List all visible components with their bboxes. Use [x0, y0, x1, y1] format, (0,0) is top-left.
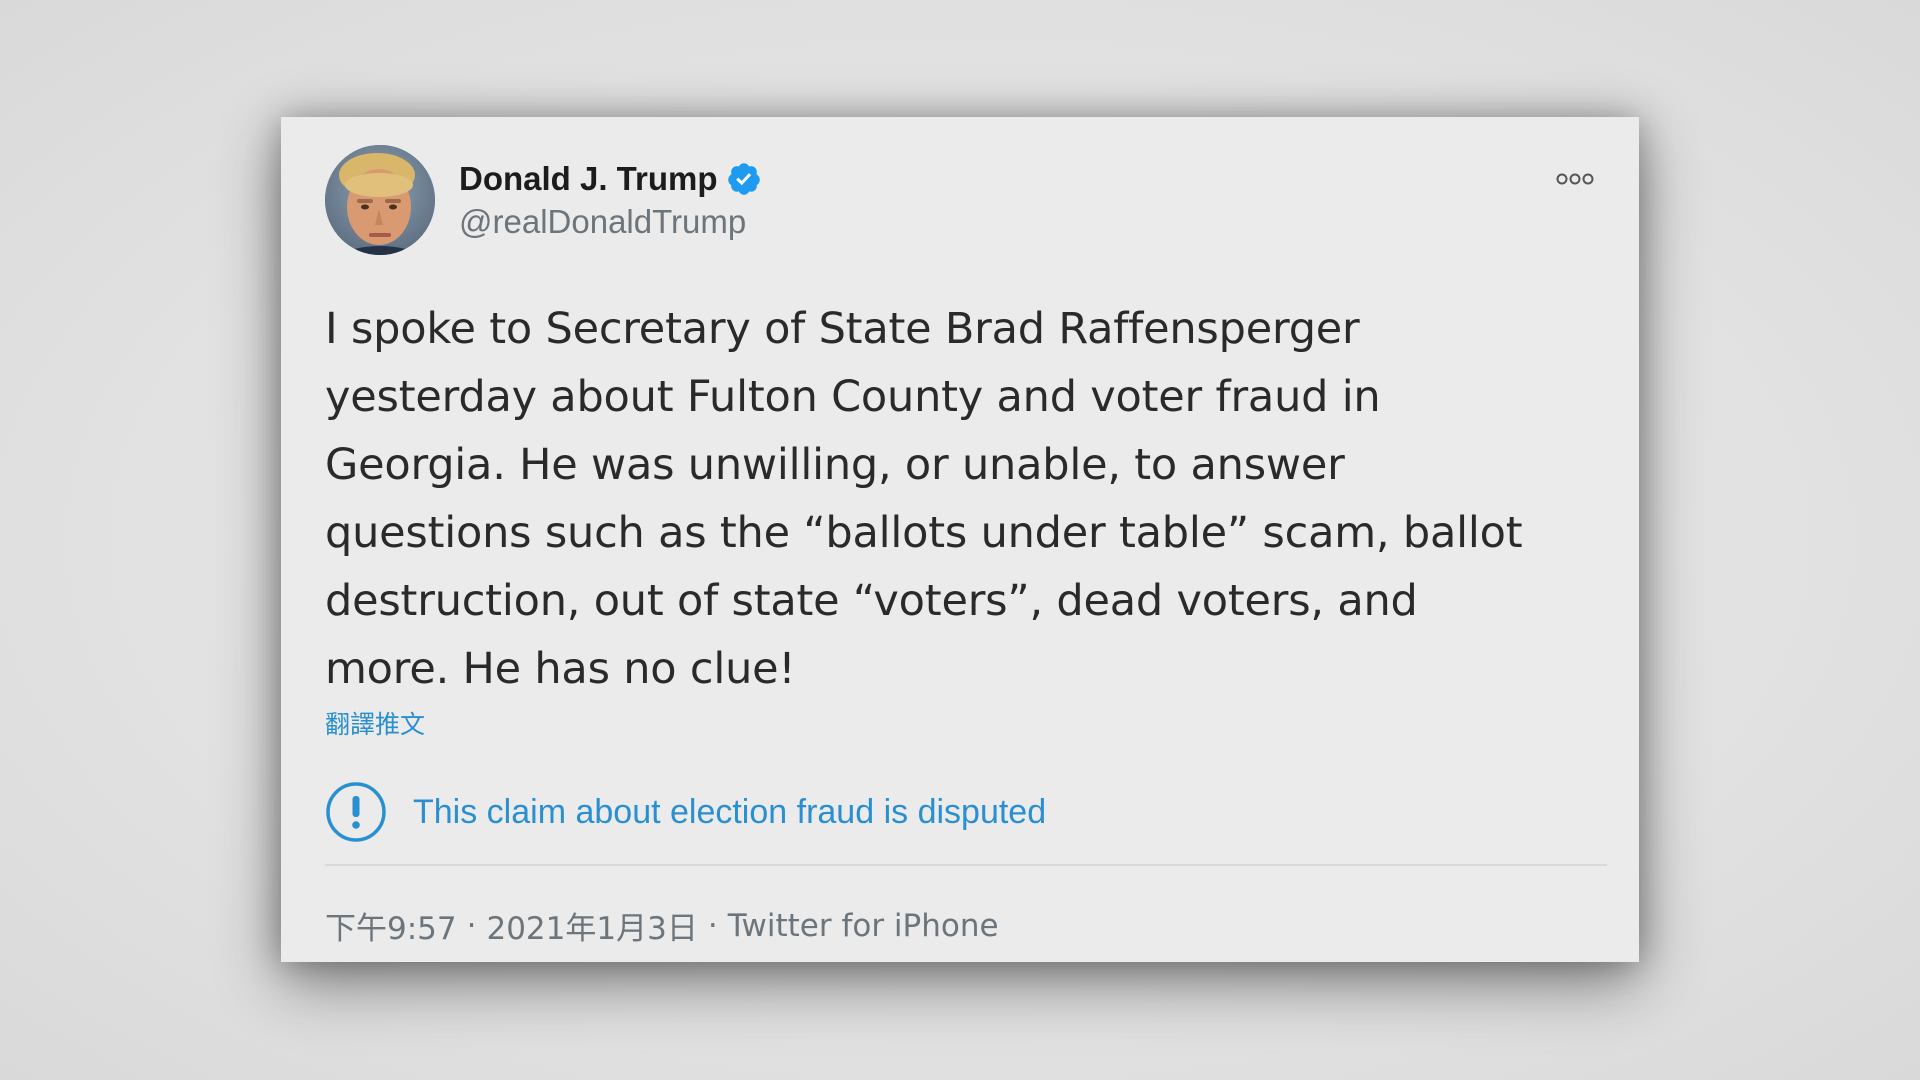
avatar-image [325, 145, 435, 255]
more-options-icon[interactable] [1555, 171, 1595, 187]
divider [325, 864, 1607, 866]
display-name[interactable]: Donald J. Trump [459, 160, 718, 198]
tweet-card: Donald J. Trump @realDonaldTrump I spoke… [281, 117, 1639, 962]
exclamation-circle-icon [325, 781, 387, 843]
tweet-time[interactable]: 下午9:57 [325, 903, 457, 948]
disputed-claim-text[interactable]: This claim about election fraud is dispu… [413, 793, 1046, 832]
translate-tweet-link[interactable]: 翻譯推文 [325, 705, 425, 741]
tweet-header: Donald J. Trump @realDonaldTrump [325, 145, 1595, 255]
avatar[interactable] [325, 145, 435, 255]
author-handle[interactable]: @realDonaldTrump [459, 203, 762, 241]
meta-separator: · [466, 907, 477, 944]
tweet-source[interactable]: Twitter for iPhone [728, 908, 999, 944]
tweet-date[interactable]: 2021年1月3日 [486, 903, 697, 948]
author-names: Donald J. Trump @realDonaldTrump [459, 157, 762, 241]
meta-separator: · [707, 907, 718, 944]
display-name-row: Donald J. Trump [459, 157, 762, 201]
disputed-claim-notice[interactable]: This claim about election fraud is dispu… [325, 781, 1046, 843]
verified-badge-icon [726, 161, 762, 197]
tweet-meta: 下午9:57 · 2021年1月3日 · Twitter for iPhone [325, 903, 999, 948]
tweet-text: I spoke to Secretary of State Brad Raffe… [325, 304, 1523, 694]
